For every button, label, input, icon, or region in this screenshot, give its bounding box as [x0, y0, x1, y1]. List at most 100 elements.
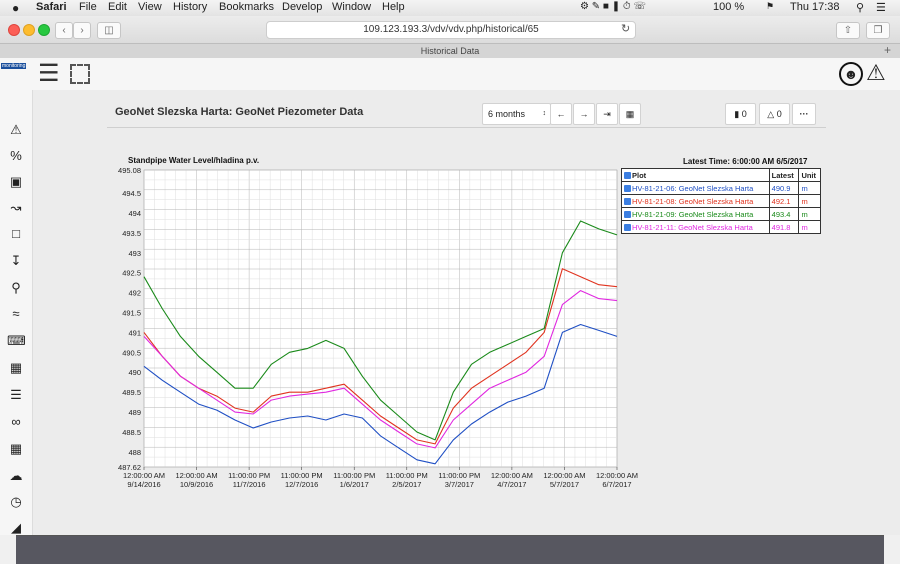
calendar-icon[interactable]: ▦ [7, 360, 25, 376]
chart-icon[interactable]: ↝ [7, 200, 25, 216]
menu-history[interactable]: History [173, 1, 207, 13]
menu-file[interactable]: File [79, 1, 97, 13]
menu-edit[interactable]: Edit [108, 1, 127, 13]
legend-row: HV-81-21-08: GeoNet Slezska Harta 492.1 … [621, 194, 821, 208]
clock[interactable]: Thu 17:38 [790, 1, 840, 13]
folder-icon[interactable]: □ [7, 226, 25, 242]
more-button[interactable]: ··· [792, 103, 816, 125]
back-button[interactable]: ‹ [55, 22, 73, 39]
y-tick-label: 494 [128, 209, 141, 218]
series-checkbox[interactable] [624, 185, 631, 193]
comments-button[interactable]: ▮ 0 [725, 103, 756, 125]
legend-unit: m [798, 220, 821, 234]
hamburger-menu-icon[interactable]: ☰ [38, 60, 60, 88]
alerts-button[interactable]: △ 0 [759, 103, 790, 125]
map-pin-icon[interactable]: ⚲ [7, 280, 25, 296]
page-title: GeoNet Slezska Harta: GeoNet Piezometer … [115, 106, 364, 118]
y-tick-label: 491.5 [122, 309, 141, 318]
layout-icon[interactable]: ▦ [7, 441, 25, 457]
wave-icon[interactable]: ≈ [7, 306, 25, 322]
monitor-icon[interactable]: ▣ [7, 174, 25, 190]
list-icon[interactable]: ☰ [7, 387, 25, 403]
keyboard-icon[interactable]: ⌨ [7, 333, 26, 349]
search-icon[interactable]: ⚲ [856, 1, 864, 14]
alert-icon[interactable]: ⚠ [866, 60, 886, 86]
download-icon[interactable]: ↧ [7, 253, 25, 269]
apple-icon[interactable]: ● [12, 1, 19, 15]
status-icons: ⚙ ✎ ■ ❚ ⏱ ☏ [580, 1, 646, 12]
comments-count: 0 [741, 109, 747, 119]
dock [16, 535, 884, 564]
legend-unit: m [798, 194, 821, 208]
water-level-chart: 495.08 494.5 494 493.5 493 492.5 492 491.5 491 49… [118, 156, 638, 489]
menu-window[interactable]: Window [332, 1, 371, 13]
legend-unit: m [798, 181, 821, 195]
menu-develop[interactable]: Develop [282, 1, 322, 13]
arrow-right-icon: → [579, 109, 589, 119]
url-text: 109.123.193.3/vdv/vdv.php/historical/65 [363, 24, 539, 35]
sidebar: ⚠ % ▣ ↝ □ ↧ ⚲ ≈ ⌨ ▦ ☰ ∞ ▦ ☁ ◷ ◢ [0, 90, 33, 535]
menu-safari[interactable]: Safari [36, 1, 67, 13]
series-checkbox[interactable] [624, 224, 631, 232]
legend-series-name[interactable]: HV-81-21-06: GeoNet Slezska Harta [632, 184, 753, 193]
legend-series-name[interactable]: HV-81-21-09: GeoNet Slezska Harta [632, 210, 753, 219]
tab-title[interactable]: Historical Data [421, 46, 480, 56]
x-tick-time: 11:00:00 PM [438, 471, 480, 480]
series-checkbox[interactable] [624, 198, 631, 206]
chart-legend: Plot Latest Unit HV-81-21-06: GeoNet Sle… [621, 168, 821, 234]
cloud-download-icon[interactable]: ☁ [7, 468, 25, 484]
clock-icon[interactable]: ◷ [7, 494, 25, 510]
tag-icon[interactable]: ◢ [7, 520, 25, 536]
fullscreen-icon[interactable] [70, 64, 90, 84]
y-axis-ticks: 495.08 494.5 494 493.5 493 492.5 492 491.5 491 49… [118, 166, 141, 472]
prev-period-button[interactable]: ← [550, 103, 572, 125]
flag-icon[interactable]: ⚑ [766, 1, 774, 12]
tabs-overview-button[interactable]: ❐ [866, 22, 890, 39]
percent-icon[interactable]: % [7, 148, 25, 164]
y-tick-label: 494.5 [122, 189, 141, 198]
comment-icon: ▮ [734, 109, 740, 119]
menu-help[interactable]: Help [382, 1, 405, 13]
period-select[interactable]: 6 months ↕ [482, 103, 551, 125]
legend-row: HV-81-21-11: GeoNet Slezska Harta 491.8 … [621, 220, 821, 234]
y-tick-label: 490 [128, 368, 141, 377]
battery-status[interactable]: 100 % [713, 1, 744, 13]
sidebar-toggle-button[interactable]: ◫ [97, 22, 121, 39]
new-tab-button[interactable]: + [884, 43, 891, 57]
legend-header-latest: Latest [768, 168, 800, 182]
legend-latest-value: 490.9 [768, 181, 800, 195]
reload-icon[interactable]: ↻ [621, 22, 630, 35]
legend-row: HV-81-21-06: GeoNet Slezska Harta 490.9 … [621, 181, 821, 195]
address-bar[interactable]: 109.123.193.3/vdv/vdv.php/historical/65 [266, 21, 636, 39]
share-button[interactable]: ⇧ [836, 22, 860, 39]
menu-list-icon[interactable]: ☰ [876, 1, 886, 14]
calendar-button[interactable]: ▦ [619, 103, 641, 125]
zoom-window-button[interactable] [38, 24, 50, 36]
user-account-icon[interactable]: ☻ [839, 62, 863, 86]
arrow-left-icon: ← [556, 109, 566, 119]
x-tick-date: 4/7/2017 [497, 480, 526, 489]
y-tick-label: 493.5 [122, 229, 141, 238]
warning-icon[interactable]: ⚠ [7, 122, 25, 138]
latest-period-button[interactable]: ⇥ [596, 103, 618, 125]
x-tick-date: 1/6/2017 [340, 480, 369, 489]
y-tick-label: 491 [128, 328, 141, 337]
legend-series-name[interactable]: HV-81-21-08: GeoNet Slezska Harta [632, 197, 753, 206]
x-tick-date: 10/9/2016 [180, 480, 213, 489]
latest-time: Latest Time: 6:00:00 AM 6/5/2017 [683, 157, 808, 166]
close-window-button[interactable] [8, 24, 20, 36]
x-tick-time: 11:00:00 PM [228, 471, 270, 480]
minimize-window-button[interactable] [23, 24, 35, 36]
select-all-checkbox[interactable] [624, 172, 631, 180]
series-checkbox[interactable] [624, 211, 631, 219]
forward-button[interactable]: › [73, 22, 91, 39]
legend-series-name[interactable]: HV-81-21-11: GeoNet Slezska Harta [632, 223, 753, 232]
legend-header-unit: Unit [798, 168, 821, 182]
menu-bookmarks[interactable]: Bookmarks [219, 1, 274, 13]
binoculars-icon[interactable]: ∞ [7, 414, 25, 430]
next-period-button[interactable]: → [573, 103, 595, 125]
legend-latest-value: 493.4 [768, 207, 800, 221]
x-tick-time: 12:00:00 AM [543, 471, 585, 480]
x-tick-time: 12:00:00 AM [175, 471, 217, 480]
menu-view[interactable]: View [138, 1, 162, 13]
